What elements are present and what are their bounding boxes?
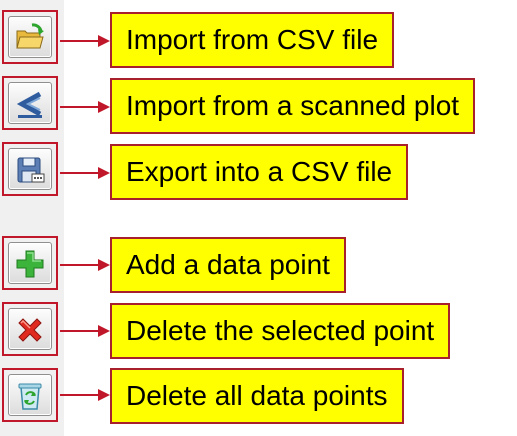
delete-all-callout: Delete all data points — [110, 368, 404, 424]
export-csv-tool — [2, 142, 58, 196]
add-point-callout: Add a data point — [110, 237, 346, 293]
import-csv-tool — [2, 10, 58, 64]
arrow-line — [60, 330, 100, 332]
arrow-head — [98, 35, 110, 47]
import-scanned-plot-callout: Import from a scanned plot — [110, 78, 476, 134]
arrow-line — [60, 106, 100, 108]
export-csv-callout: Export into a CSV file — [110, 144, 409, 200]
import-scanned-plot-tool — [2, 76, 58, 130]
scanned-plot-import-icon — [16, 91, 42, 118]
arrow-head — [98, 167, 110, 179]
import-csv-callout: Import from CSV file — [110, 12, 395, 68]
delete-all-tool — [2, 368, 58, 422]
arrow-head — [98, 389, 110, 401]
green-plus-icon — [16, 250, 44, 278]
delete-all-button[interactable] — [8, 374, 52, 416]
arrow-head — [98, 101, 110, 113]
red-x-icon — [18, 318, 42, 342]
add-point-tool — [2, 236, 58, 290]
arrow-line — [60, 264, 100, 266]
arrow-head — [98, 325, 110, 337]
arrow-line — [60, 40, 100, 42]
floppy-disk-export-icon — [17, 157, 45, 183]
import-scanned-plot-button[interactable] — [8, 82, 52, 124]
arrow-line — [60, 172, 100, 174]
delete-selected-callout: Delete the selected point — [110, 303, 451, 359]
folder-open-import-icon — [16, 23, 44, 49]
delete-selected-button[interactable] — [8, 308, 52, 350]
export-csv-button[interactable] — [8, 148, 52, 190]
add-point-button[interactable] — [8, 242, 52, 284]
import-csv-button[interactable] — [8, 16, 52, 58]
delete-selected-tool — [2, 302, 58, 356]
recycle-bin-icon — [18, 383, 42, 410]
arrow-line — [60, 394, 100, 396]
arrow-head — [98, 259, 110, 271]
